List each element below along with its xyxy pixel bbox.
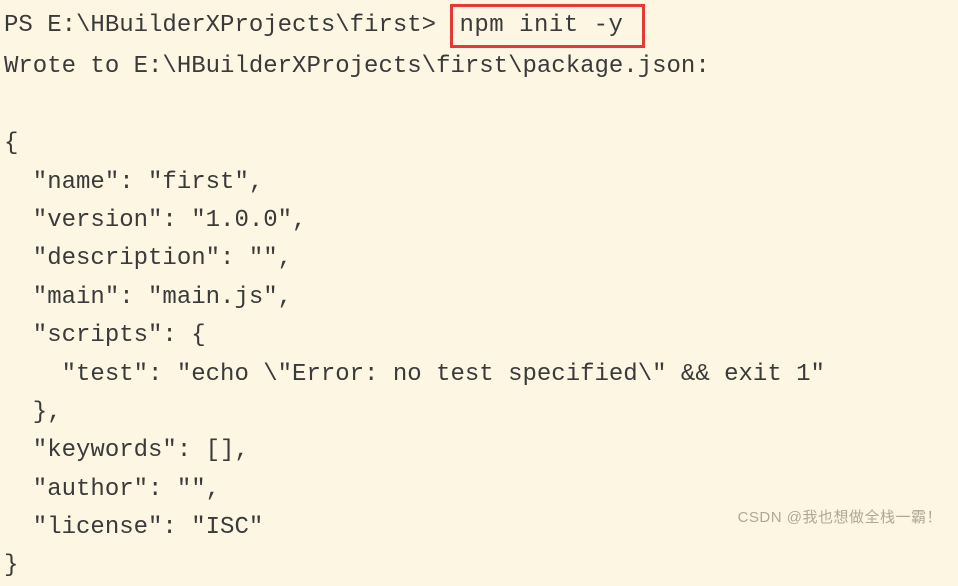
watermark: CSDN @我也想做全栈一霸！ bbox=[738, 506, 942, 530]
shell-prompt: PS E:\HBuilderXProjects\first> bbox=[4, 12, 450, 39]
output-wrote-line: Wrote to E:\HBuilderXProjects\first\pack… bbox=[4, 48, 954, 86]
blank-line bbox=[4, 87, 954, 125]
highlighted-command: npm init -y bbox=[450, 4, 645, 48]
terminal-prompt-line: PS E:\HBuilderXProjects\first> npm init … bbox=[4, 4, 954, 48]
